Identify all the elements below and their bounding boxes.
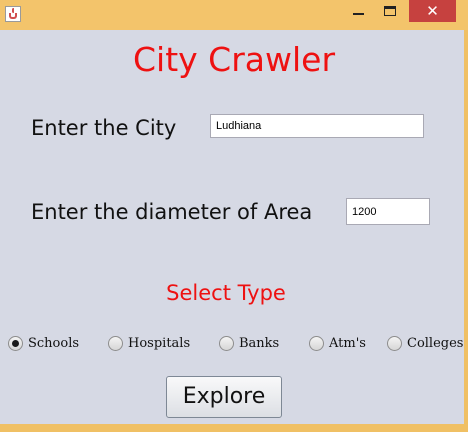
maximize-button[interactable] (378, 0, 404, 22)
radio-label: Colleges (407, 336, 464, 351)
minimize-icon (353, 13, 364, 15)
maximize-icon (384, 6, 396, 16)
radio-unselected-icon[interactable] (387, 336, 402, 351)
radio-unselected-icon[interactable] (309, 336, 324, 351)
radio-selected-icon[interactable] (8, 336, 23, 351)
radio-unselected-icon[interactable] (108, 336, 123, 351)
title-bar[interactable]: ✕ (0, 0, 468, 30)
explore-button[interactable]: Explore (166, 376, 282, 418)
radio-label: Hospitals (128, 336, 191, 351)
close-button[interactable]: ✕ (409, 0, 456, 22)
radio-label: Schools (28, 336, 80, 351)
content-panel: City Crawler (0, 30, 464, 424)
radio-label: Atm's (329, 336, 366, 351)
java-coffee-cup-icon[interactable] (5, 6, 21, 22)
page-title: City Crawler (132, 40, 336, 79)
city-input[interactable] (210, 114, 424, 138)
diameter-label: Enter the diameter of Area (31, 200, 313, 224)
select-type-heading: Select Type (166, 281, 286, 305)
radio-label: Banks (239, 336, 280, 351)
cup-mark (9, 13, 17, 19)
radio-unselected-icon[interactable] (219, 336, 234, 351)
city-label: Enter the City (31, 116, 177, 140)
close-icon: ✕ (426, 2, 439, 20)
minimize-button[interactable] (346, 0, 372, 22)
window-frame: ✕ City Crawler Enter the City Enter the … (0, 0, 468, 432)
diameter-input[interactable] (346, 198, 430, 225)
